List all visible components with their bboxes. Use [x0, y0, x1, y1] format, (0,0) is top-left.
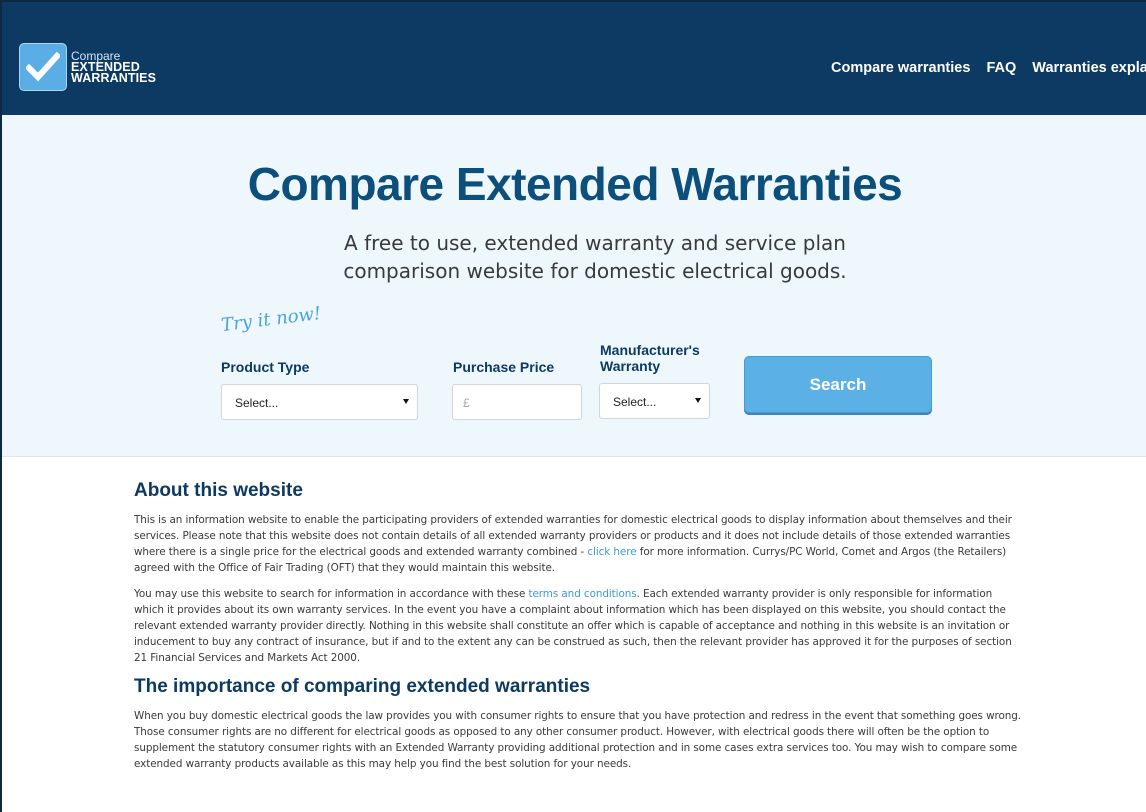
header-bar: Compare EXTENDED WARRANTIES Compare warr…	[2, 2, 1146, 115]
logo-line-warranties: WARRANTIES	[71, 70, 157, 85]
checkmark-icon	[19, 43, 67, 91]
click-here-link[interactable]: click here	[587, 546, 636, 558]
importance-heading: The importance of comparing extended war…	[134, 676, 591, 697]
hero-section: Compare Extended Warranties A free to us…	[2, 115, 1146, 457]
about-paragraph-1: This is an information website to enable…	[134, 512, 1024, 576]
nav-compare-warranties[interactable]: Compare warranties	[831, 60, 970, 76]
hero-title: Compare Extended Warranties	[247, 158, 903, 210]
product-type-value: Select...	[235, 396, 279, 410]
product-type-select[interactable]: Select...	[221, 384, 418, 420]
chevron-down-icon	[403, 399, 409, 404]
product-type-label: Product Type	[221, 359, 310, 375]
main-content: About this website This is an informatio…	[134, 480, 1024, 782]
about-p2-text-a: You may use this website to search for i…	[134, 588, 529, 600]
purchase-price-input[interactable]: £	[452, 384, 582, 420]
chevron-down-icon	[695, 398, 701, 403]
main-nav: Compare warranties FAQ Warranties explai…	[831, 60, 1146, 76]
importance-paragraph-1: When you buy domestic electrical goods t…	[134, 710, 1022, 770]
about-heading: About this website	[134, 480, 303, 501]
search-button[interactable]: Search	[744, 356, 932, 413]
nav-faq[interactable]: FAQ	[986, 60, 1016, 76]
manufacturer-warranty-select[interactable]: Select...	[599, 383, 710, 419]
manufacturer-warranty-value: Select...	[613, 395, 657, 409]
manufacturer-warranty-label: Manufacturer's Warranty	[600, 342, 700, 374]
manufacturer-label-line2: Warranty	[600, 358, 661, 374]
nav-warranties-explained[interactable]: Warranties explained	[1032, 60, 1146, 76]
purchase-price-label: Purchase Price	[453, 359, 555, 375]
hero-subtitle: A free to use, extended warranty and ser…	[343, 231, 847, 283]
manufacturer-label-line1: Manufacturer's	[600, 342, 700, 358]
page: Compare EXTENDED WARRANTIES Compare warr…	[0, 0, 1146, 812]
about-paragraph-2: You may use this website to search for i…	[134, 586, 1024, 666]
logo-text: Compare EXTENDED WARRANTIES	[71, 50, 157, 85]
terms-and-conditions-link[interactable]: terms and conditions	[528, 588, 636, 600]
try-it-now-label: Try it now!	[220, 302, 323, 337]
site-logo[interactable]: Compare EXTENDED WARRANTIES	[19, 42, 156, 92]
